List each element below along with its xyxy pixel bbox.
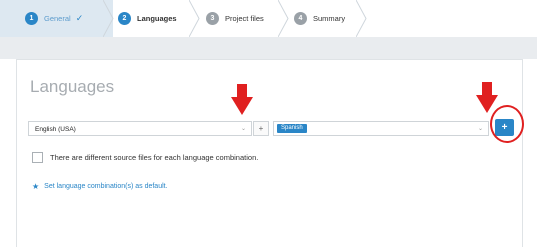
source-language-select[interactable]: English (USA) ⌄ [28,121,252,136]
step-chevron-separator [103,0,114,37]
target-language-tag[interactable]: Spanish [277,124,307,133]
step-number-badge: 4 [294,12,307,25]
step-number-badge: 1 [25,12,38,25]
step-chevron-separator [356,0,367,37]
checkbox-label: There are different source files for eac… [50,153,259,162]
star-icon: ★ [32,182,40,191]
step-label: Project files [225,14,264,23]
wizard-step-summary[interactable]: 4 Summary [294,0,345,37]
step-label: Languages [137,14,177,23]
step-number-badge: 3 [206,12,219,25]
page-title: Languages [30,77,115,96]
languages-panel: Languages English (USA) ⌄ + Spanish ⌄ + … [16,59,523,247]
chevron-down-icon: ⌄ [477,126,483,132]
step-label: Summary [313,14,346,23]
step-chevron-separator [189,0,200,37]
red-arrow-icon [476,82,498,113]
source-language-value: English (USA) [35,126,76,133]
different-source-files-checkbox[interactable] [32,152,43,163]
step-label: General [44,14,71,23]
chevron-down-icon: ⌄ [240,126,246,132]
wizard-step-bar: 1 General ✓ 2 Languages 3 Project files … [0,0,537,37]
header-shade [0,37,537,59]
step-chevron-separator [278,0,289,37]
checkmark-icon: ✓ [75,13,84,23]
wizard-step-general[interactable]: 1 General ✓ [0,0,113,37]
different-source-files-option[interactable]: There are different source files for eac… [32,152,258,163]
red-arrow-icon [231,84,253,115]
plus-separator: + [253,121,269,136]
set-default-link[interactable]: ★ Set language combination(s) as default… [32,182,168,191]
set-default-link-text[interactable]: Set language combination(s) as default. [44,183,167,190]
target-language-select[interactable]: Spanish ⌄ [273,121,489,136]
wizard-step-project-files[interactable]: 3 Project files [206,0,264,37]
step-number-badge: 2 [118,12,131,25]
wizard-step-languages[interactable]: 2 Languages [118,0,177,37]
red-circle-highlight [490,105,524,143]
